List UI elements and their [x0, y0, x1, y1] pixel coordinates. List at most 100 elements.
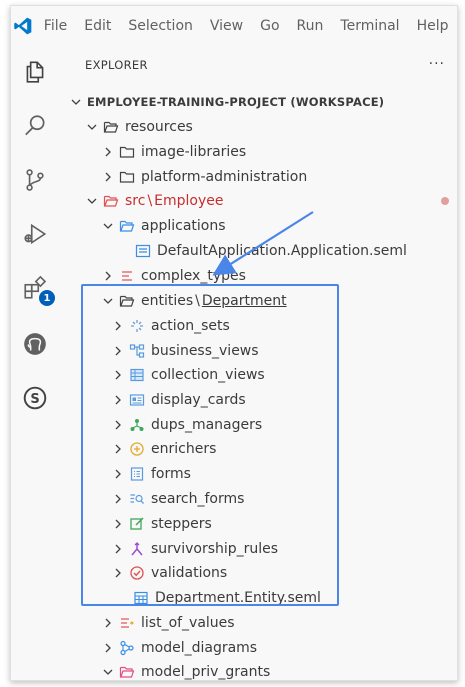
tree-item-image-libraries[interactable]: image-libraries [59, 140, 457, 165]
source-control-activity-button[interactable] [11, 156, 59, 204]
github-activity-button[interactable] [11, 320, 59, 368]
extensions-activity-button[interactable]: 1 [11, 264, 59, 312]
tree-item-applications[interactable]: applications [59, 214, 457, 239]
validations-icon [129, 565, 145, 581]
menu-terminal[interactable]: Terminal [332, 6, 408, 46]
menu-run[interactable]: Run [288, 6, 332, 46]
menu-bar: File Edit Selection View Go Run Terminal… [11, 6, 457, 46]
folder-icon [119, 169, 135, 185]
complex-types-icon [119, 268, 135, 284]
tree-item-complex-types[interactable]: complex_types [59, 264, 457, 289]
folder-open-red-icon [119, 664, 135, 680]
tree-item-label: action_sets [151, 318, 230, 335]
dups-managers-icon [129, 417, 145, 433]
folder-icon [119, 144, 135, 160]
collection-views-icon [129, 367, 145, 383]
extensions-badge: 1 [39, 290, 55, 306]
display-cards-icon [129, 392, 145, 408]
chevron-down-icon [85, 194, 99, 208]
explorer-activity-button[interactable] [11, 48, 59, 96]
tree-item-label: model_priv_grants [141, 664, 271, 681]
tree-item-entities-department[interactable]: entities \ Department [59, 289, 457, 314]
path-separator: \ [147, 193, 153, 210]
vscode-window: File Edit Selection View Go Run Terminal… [10, 5, 458, 681]
tree-item-forms[interactable]: forms [59, 462, 457, 487]
run-debug-activity-button[interactable] [11, 210, 59, 258]
tree-item-label: platform-administration [141, 169, 308, 186]
menu-help[interactable]: Help [408, 6, 457, 46]
chevron-down-icon [85, 120, 99, 134]
workspace-row[interactable]: EMPLOYEE-TRAINING-PROJECT (WORKSPACE) [59, 90, 457, 115]
action-sets-icon [129, 318, 145, 334]
tree-item-label: enrichers [151, 441, 217, 458]
chevron-right-icon [111, 418, 125, 432]
menu-go[interactable]: Go [252, 6, 288, 46]
chevron-right-icon [111, 517, 125, 531]
tree-item-label: display_cards [151, 392, 246, 409]
chevron-down-icon [101, 665, 115, 679]
tree-item-label: forms [151, 466, 191, 483]
folder-open-icon [119, 293, 135, 309]
menu-edit[interactable]: Edit [76, 6, 120, 46]
menu-view[interactable]: View [201, 6, 251, 46]
tree-item-collection-views[interactable]: collection_views [59, 363, 457, 388]
tree-item-search-forms[interactable]: search_forms [59, 487, 457, 512]
chevron-down-icon [101, 219, 115, 233]
tree-item-validations[interactable]: validations [59, 561, 457, 586]
tree-item-default-application[interactable]: DefaultApplication.Application.seml [59, 239, 457, 264]
tree-item-list-of-values[interactable]: list_of_values [59, 611, 457, 636]
chevron-down-icon [101, 294, 115, 308]
tree-item-steppers[interactable]: steppers [59, 512, 457, 537]
run-debug-icon [24, 223, 47, 245]
tree-item-label: complex_types [141, 268, 246, 285]
files-icon [26, 61, 44, 83]
tree-item-label: search_forms [151, 491, 245, 508]
workspace-label: EMPLOYEE-TRAINING-PROJECT (WORKSPACE) [87, 95, 385, 110]
tree-item-department-entity[interactable]: Department.Entity.seml [59, 586, 457, 611]
explorer-sidebar: EXPLORER ··· EMPLOYEE-TRAINING-PROJECT (… [59, 46, 457, 681]
tree-item-business-views[interactable]: business_views [59, 339, 457, 364]
semarchy-activity-button[interactable]: S [11, 374, 59, 422]
more-actions-icon[interactable]: ··· [429, 56, 445, 72]
chevron-right-icon [111, 368, 125, 382]
tree-item-survivorship-rules[interactable]: survivorship_rules [59, 537, 457, 562]
tree-item-dups-managers[interactable]: dups_managers [59, 413, 457, 438]
tree-item-label: business_views [151, 343, 259, 360]
model-diagrams-icon [119, 640, 135, 656]
tree-item-resources[interactable]: resources [59, 115, 457, 140]
tree-item-model-priv-grants[interactable]: model_priv_grants [59, 660, 457, 681]
chevron-right-icon [111, 542, 125, 556]
source-control-icon [26, 169, 44, 191]
tree-item-label: model_diagrams [141, 640, 258, 657]
activity-bar: 1 S [11, 46, 59, 680]
chevron-right-icon [111, 319, 125, 333]
search-forms-icon [129, 491, 145, 507]
application-file-icon [135, 243, 151, 259]
chevron-right-icon [101, 616, 115, 630]
tree-item-model-diagrams[interactable]: model_diagrams [59, 636, 457, 661]
chevron-right-icon [101, 641, 115, 655]
tree-item-enrichers[interactable]: enrichers [59, 437, 457, 462]
tree-item-src-employee[interactable]: src \ Employee [59, 189, 457, 214]
search-activity-button[interactable] [11, 102, 59, 150]
menu-file[interactable]: File [35, 6, 75, 46]
tree-item-action-sets[interactable]: action_sets [59, 314, 457, 339]
business-views-icon [129, 343, 145, 359]
semarchy-s-icon: S [23, 386, 47, 410]
survivorship-rules-icon [129, 541, 145, 557]
tree-item-label: applications [141, 218, 226, 235]
steppers-icon [129, 516, 145, 532]
tree-item-label: validations [151, 565, 228, 582]
tree-item-label: image-libraries [141, 144, 247, 161]
tree-item-label: list_of_values [141, 615, 235, 632]
tree-item-sublabel: Department [201, 293, 287, 310]
github-icon [24, 333, 46, 355]
menu-selection[interactable]: Selection [120, 6, 202, 46]
chevron-down-icon [69, 95, 83, 109]
tree-item-display-cards[interactable]: display_cards [59, 388, 457, 413]
tree-item-platform-administration[interactable]: platform-administration [59, 165, 457, 190]
chevron-right-icon [111, 566, 125, 580]
folder-open-icon [103, 119, 119, 135]
path-separator: \ [195, 293, 200, 310]
folder-open-red-icon [103, 193, 119, 209]
